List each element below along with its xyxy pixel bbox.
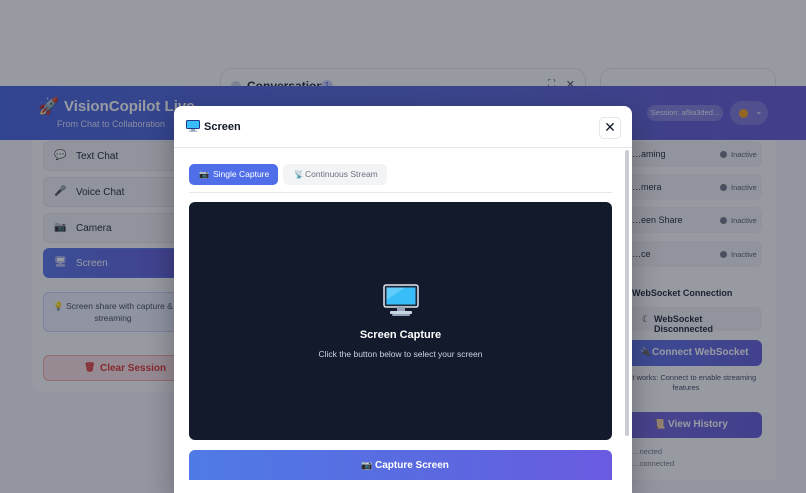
tab-divider: [189, 192, 612, 193]
preview-subtitle: Click the button below to select your sc…: [318, 349, 483, 359]
tab-single-capture[interactable]: 📷 Single Capture: [189, 164, 278, 185]
tab-continuous-stream[interactable]: 📡 Continuous Stream: [283, 164, 387, 185]
screen-modal: Screen ✕ 📷 Single Capture 📡 Continuous S…: [174, 106, 632, 493]
modal-header: Screen ✕: [174, 106, 632, 148]
monitor-icon: [186, 120, 200, 132]
antenna-icon: 📡: [294, 170, 304, 179]
capture-screen-button[interactable]: 📷 Capture Screen: [189, 450, 612, 480]
monitor-icon: [383, 284, 419, 316]
modal-scrollbar[interactable]: [625, 150, 629, 436]
preview-title: Screen Capture: [359, 329, 442, 341]
screen-preview: Screen Capture Click the button below to…: [189, 202, 612, 440]
camera-icon: 📷: [199, 170, 209, 179]
camera-icon: 📷: [361, 460, 373, 470]
modal-close-button[interactable]: ✕: [599, 117, 621, 139]
modal-title: Screen: [204, 121, 241, 133]
